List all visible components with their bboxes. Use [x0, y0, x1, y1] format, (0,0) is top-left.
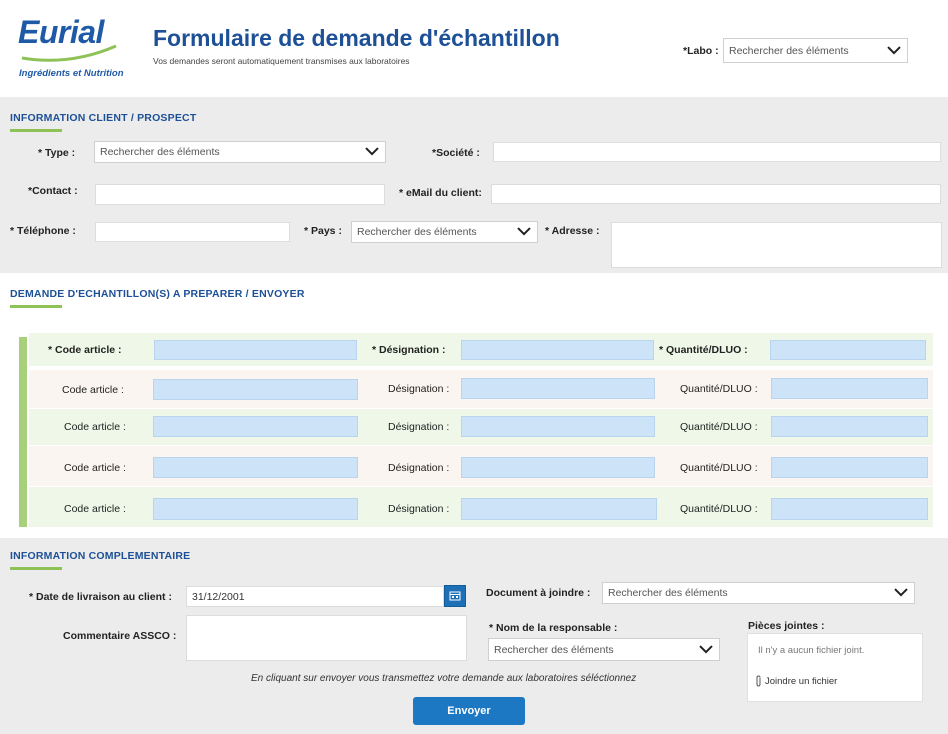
page-subtitle: Vos demandes seront automatiquement tran… [153, 56, 410, 66]
type-select[interactable]: Rechercher des éléments [94, 141, 386, 163]
date-field[interactable]: 31/12/2001 [186, 586, 444, 607]
article-row: Code article : Désignation : Quantité/DL… [29, 370, 933, 408]
pays-label: * Pays : [304, 225, 342, 237]
code-article-field[interactable] [154, 340, 357, 360]
envoyer-button[interactable]: Envoyer [413, 697, 525, 725]
section-underline [10, 305, 62, 308]
paperclip-icon [756, 675, 761, 687]
designation-label: * Désignation : [372, 344, 446, 356]
quantite-label: * Quantité/DLUO : [659, 344, 748, 356]
telephone-field[interactable] [95, 222, 290, 242]
section-underline [10, 567, 62, 570]
designation-label: Désignation : [388, 383, 450, 395]
date-label: * Date de livraison au client : [29, 591, 172, 603]
code-article-field[interactable] [153, 379, 358, 400]
chevron-down-icon [894, 588, 908, 597]
labo-label: *Labo : [683, 45, 719, 57]
email-field[interactable] [491, 184, 941, 204]
quantite-field[interactable] [771, 378, 928, 399]
labo-select[interactable]: Rechercher des éléments [723, 38, 908, 63]
type-select-placeholder: Rechercher des éléments [100, 146, 220, 158]
rows-accent-bar [19, 337, 27, 527]
adresse-label: * Adresse : [545, 225, 600, 237]
article-row: Code article : Désignation : Quantité/DL… [29, 446, 933, 486]
code-article-label: Code article : [64, 421, 126, 433]
contact-label: *Contact : [28, 185, 78, 197]
societe-label: *Société : [432, 147, 480, 159]
commentaire-label: Commentaire ASSCO : [63, 630, 177, 642]
designation-label: Désignation : [388, 421, 450, 433]
document-label: Document à joindre : [486, 587, 591, 599]
article-row: Code article : Désignation : Quantité/DL… [29, 409, 933, 445]
quantite-field[interactable] [770, 340, 926, 360]
quantite-field[interactable] [771, 498, 928, 520]
responsable-select[interactable]: Rechercher des éléments [488, 638, 720, 661]
type-label: * Type : [38, 147, 76, 159]
chevron-down-icon [887, 45, 901, 54]
chevron-down-icon [699, 644, 713, 653]
code-article-field[interactable] [153, 416, 358, 437]
code-article-field[interactable] [153, 457, 358, 478]
demande-section-title: DEMANDE D'ECHANTILLON(S) A PREPARER / EN… [10, 288, 305, 300]
page-title: Formulaire de demande d'échantillon [153, 25, 560, 51]
submit-note: En cliquant sur envoyer vous transmettez… [251, 673, 637, 684]
logo-subtitle: Ingrédients et Nutrition [19, 68, 124, 79]
designation-field[interactable] [461, 416, 655, 437]
designation-field[interactable] [461, 340, 654, 360]
calendar-icon [449, 591, 461, 601]
client-section: INFORMATION CLIENT / PROSPECT * Type : R… [0, 97, 948, 273]
responsable-select-placeholder: Rechercher des éléments [494, 643, 614, 656]
no-attachment-text: Il n'y a aucun fichier joint. [758, 645, 865, 656]
info-section: INFORMATION COMPLEMENTAIRE * Date de liv… [0, 538, 948, 734]
attach-file-link[interactable]: Joindre un fichier [754, 675, 837, 687]
pieces-jointes-label: Pièces jointes : [748, 620, 825, 632]
code-article-label: Code article : [62, 384, 124, 396]
article-row: Code article : Désignation : Quantité/DL… [29, 487, 933, 527]
code-article-field[interactable] [153, 498, 358, 520]
quantite-label: Quantité/DLUO : [680, 383, 758, 395]
designation-label: Désignation : [388, 503, 450, 515]
document-select[interactable]: Rechercher des éléments [602, 582, 915, 604]
designation-field[interactable] [461, 498, 657, 520]
designation-label: Désignation : [388, 462, 450, 474]
quantite-label: Quantité/DLUO : [680, 421, 758, 433]
societe-field[interactable] [493, 142, 941, 162]
attach-file-label: Joindre un fichier [765, 675, 838, 687]
client-section-title: INFORMATION CLIENT / PROSPECT [10, 112, 197, 124]
responsable-label: * Nom de la responsable : [489, 622, 618, 634]
email-label: * eMail du client: [399, 187, 482, 199]
contact-field[interactable] [95, 184, 385, 205]
quantite-field[interactable] [771, 457, 928, 478]
code-article-label: Code article : [64, 503, 126, 515]
designation-field[interactable] [461, 457, 655, 478]
labo-select-placeholder: Rechercher des éléments [729, 44, 849, 57]
pays-select[interactable]: Rechercher des éléments [351, 221, 538, 243]
adresse-field[interactable] [611, 222, 942, 268]
attachments-box: Il n'y a aucun fichier joint. Joindre un… [747, 633, 923, 702]
info-section-title: INFORMATION COMPLEMENTAIRE [10, 550, 191, 562]
pays-select-placeholder: Rechercher des éléments [357, 226, 477, 238]
chevron-down-icon [517, 227, 531, 236]
logo-swoosh-icon [21, 44, 117, 62]
header: Eurial Ingrédients et Nutrition Formulai… [0, 0, 948, 97]
designation-field[interactable] [461, 378, 655, 399]
date-value: 31/12/2001 [192, 590, 245, 603]
code-article-label: Code article : [64, 462, 126, 474]
quantite-field[interactable] [771, 416, 928, 437]
section-underline [10, 129, 62, 132]
telephone-label: * Téléphone : [10, 225, 76, 237]
quantite-label: Quantité/DLUO : [680, 503, 758, 515]
chevron-down-icon [365, 147, 379, 156]
document-select-placeholder: Rechercher des éléments [608, 587, 728, 599]
article-row-required: * Code article : * Désignation : * Quant… [29, 333, 933, 366]
quantite-label: Quantité/DLUO : [680, 462, 758, 474]
calendar-button[interactable] [444, 585, 466, 607]
code-article-label: * Code article : [48, 344, 122, 356]
commentaire-field[interactable] [186, 615, 467, 661]
